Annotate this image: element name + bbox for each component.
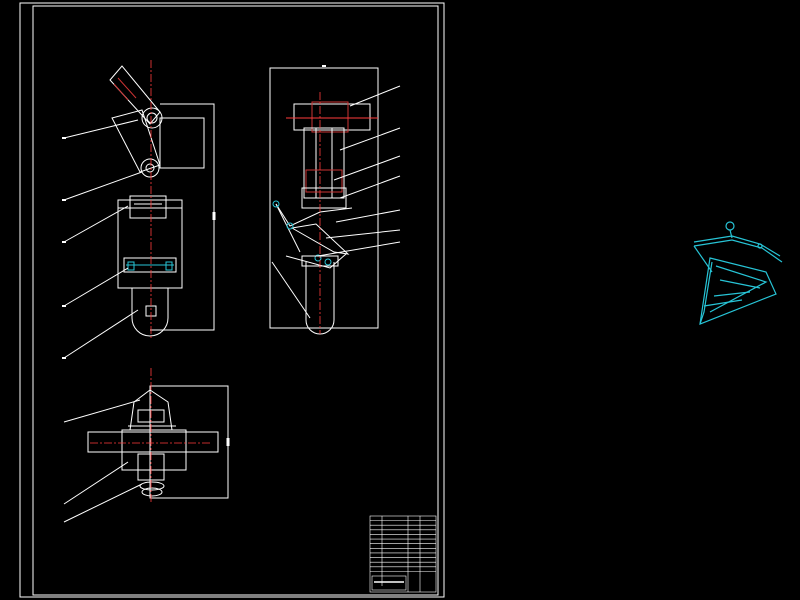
bucket-lug xyxy=(131,288,169,337)
upper-arm xyxy=(109,65,161,125)
front-leaders xyxy=(62,119,143,359)
title-block xyxy=(369,515,437,593)
sheet-frame xyxy=(19,2,445,598)
arm-lower-link xyxy=(111,109,161,173)
side-leaders xyxy=(317,85,401,257)
housing xyxy=(117,207,183,289)
side-view xyxy=(269,65,401,335)
bottom-leaders xyxy=(63,399,143,523)
bucket-isometric xyxy=(693,221,783,325)
top-pulley xyxy=(293,103,371,131)
cad-drawing-canvas xyxy=(19,2,783,598)
front-view xyxy=(62,60,216,359)
bottom-view xyxy=(63,368,230,523)
